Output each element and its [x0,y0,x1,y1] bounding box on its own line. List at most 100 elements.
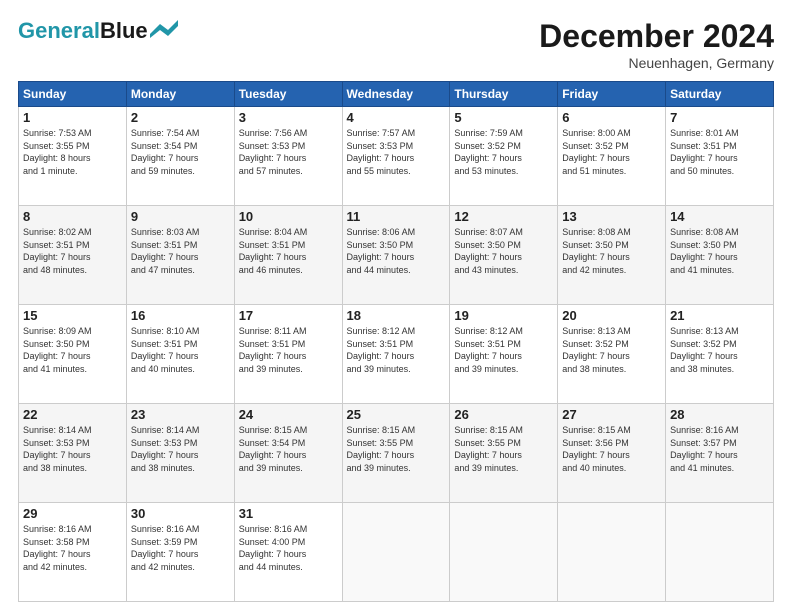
day-number: 20 [562,308,661,323]
day-number: 3 [239,110,338,125]
day-cell: 28 Sunrise: 8:16 AM Sunset: 3:57 PM Dayli… [666,404,774,503]
day-number: 18 [347,308,446,323]
day-info: Sunrise: 7:57 AM Sunset: 3:53 PM Dayligh… [347,127,446,177]
day-info: Sunrise: 8:11 AM Sunset: 3:51 PM Dayligh… [239,325,338,375]
day-cell: 11 Sunrise: 8:06 AM Sunset: 3:50 PM Dayli… [342,206,450,305]
day-cell: 18 Sunrise: 8:12 AM Sunset: 3:51 PM Dayli… [342,305,450,404]
day-cell: 21Sunrise: 8:13 AM Sunset: 3:52 PM Dayli… [666,305,774,404]
day-cell: 14 Sunrise: 8:08 AM Sunset: 3:50 PM Dayli… [666,206,774,305]
day-number: 23 [131,407,230,422]
day-cell: 16 Sunrise: 8:10 AM Sunset: 3:51 PM Dayli… [126,305,234,404]
day-number: 17 [239,308,338,323]
day-number: 2 [131,110,230,125]
day-info: Sunrise: 8:07 AM Sunset: 3:50 PM Dayligh… [454,226,553,276]
day-info: Sunrise: 8:15 AM Sunset: 3:54 PM Dayligh… [239,424,338,474]
day-cell: 13 Sunrise: 8:08 AM Sunset: 3:50 PM Dayli… [558,206,666,305]
day-cell: 24 Sunrise: 8:15 AM Sunset: 3:54 PM Dayli… [234,404,342,503]
day-number: 19 [454,308,553,323]
day-cell [450,503,558,602]
day-number: 15 [23,308,122,323]
day-number: 1 [23,110,122,125]
day-number: 22 [23,407,122,422]
day-info: Sunrise: 7:56 AM Sunset: 3:53 PM Dayligh… [239,127,338,177]
day-info: Sunrise: 8:16 AM Sunset: 3:57 PM Dayligh… [670,424,769,474]
day-number: 7 [670,110,769,125]
day-info: Sunrise: 8:14 AM Sunset: 3:53 PM Dayligh… [23,424,122,474]
day-number: 13 [562,209,661,224]
day-number: 4 [347,110,446,125]
day-cell: 4 Sunrise: 7:57 AM Sunset: 3:53 PM Daylig… [342,107,450,206]
day-info: Sunrise: 8:15 AM Sunset: 3:55 PM Dayligh… [347,424,446,474]
day-cell [666,503,774,602]
week-row-4: 22 Sunrise: 8:14 AM Sunset: 3:53 PM Dayli… [19,404,774,503]
day-info: Sunrise: 8:12 AM Sunset: 3:51 PM Dayligh… [347,325,446,375]
day-cell: 2Sunrise: 7:54 AM Sunset: 3:54 PM Daylig… [126,107,234,206]
day-number: 12 [454,209,553,224]
day-number: 21 [670,308,769,323]
day-info: Sunrise: 8:15 AM Sunset: 3:56 PM Dayligh… [562,424,661,474]
day-info: Sunrise: 7:59 AM Sunset: 3:52 PM Dayligh… [454,127,553,177]
day-number: 28 [670,407,769,422]
day-cell: 30Sunrise: 8:16 AM Sunset: 3:59 PM Dayli… [126,503,234,602]
day-number: 10 [239,209,338,224]
day-info: Sunrise: 8:06 AM Sunset: 3:50 PM Dayligh… [347,226,446,276]
month-title: December 2024 [539,18,774,55]
day-cell: 7 Sunrise: 8:01 AM Sunset: 3:51 PM Daylig… [666,107,774,206]
logo-icon [150,20,178,38]
day-info: Sunrise: 8:16 AM Sunset: 3:58 PM Dayligh… [23,523,122,573]
header-saturday: Saturday [666,82,774,107]
day-info: Sunrise: 8:08 AM Sunset: 3:50 PM Dayligh… [562,226,661,276]
logo: GeneralBlue [18,18,178,44]
calendar-header-row: Sunday Monday Tuesday Wednesday Thursday… [19,82,774,107]
day-number: 8 [23,209,122,224]
logo-text: GeneralBlue [18,18,148,44]
day-info: Sunrise: 8:08 AM Sunset: 3:50 PM Dayligh… [670,226,769,276]
day-info: Sunrise: 8:16 AM Sunset: 4:00 PM Dayligh… [239,523,338,573]
day-number: 14 [670,209,769,224]
day-number: 16 [131,308,230,323]
calendar-table: Sunday Monday Tuesday Wednesday Thursday… [18,81,774,602]
header-thursday: Thursday [450,82,558,107]
header-monday: Monday [126,82,234,107]
header: GeneralBlue December 2024 Neuenhagen, Ge… [18,18,774,71]
day-cell [342,503,450,602]
day-cell: 19Sunrise: 8:12 AM Sunset: 3:51 PM Dayli… [450,305,558,404]
day-cell: 31 Sunrise: 8:16 AM Sunset: 4:00 PM Dayli… [234,503,342,602]
day-info: Sunrise: 8:04 AM Sunset: 3:51 PM Dayligh… [239,226,338,276]
day-number: 11 [347,209,446,224]
page: GeneralBlue December 2024 Neuenhagen, Ge… [0,0,792,612]
day-info: Sunrise: 8:09 AM Sunset: 3:50 PM Dayligh… [23,325,122,375]
day-cell: 1 Sunrise: 7:53 AM Sunset: 3:55 PM Daylig… [19,107,127,206]
day-info: Sunrise: 7:53 AM Sunset: 3:55 PM Dayligh… [23,127,122,177]
day-info: Sunrise: 8:16 AM Sunset: 3:59 PM Dayligh… [131,523,230,573]
day-cell: 23 Sunrise: 8:14 AM Sunset: 3:53 PM Dayli… [126,404,234,503]
day-info: Sunrise: 8:01 AM Sunset: 3:51 PM Dayligh… [670,127,769,177]
week-row-1: 1 Sunrise: 7:53 AM Sunset: 3:55 PM Daylig… [19,107,774,206]
day-cell: 20Sunrise: 8:13 AM Sunset: 3:52 PM Dayli… [558,305,666,404]
header-wednesday: Wednesday [342,82,450,107]
day-number: 27 [562,407,661,422]
day-info: Sunrise: 8:03 AM Sunset: 3:51 PM Dayligh… [131,226,230,276]
day-number: 31 [239,506,338,521]
day-cell: 9Sunrise: 8:03 AM Sunset: 3:51 PM Daylig… [126,206,234,305]
day-cell: 26Sunrise: 8:15 AM Sunset: 3:55 PM Dayli… [450,404,558,503]
day-cell: 17 Sunrise: 8:11 AM Sunset: 3:51 PM Dayli… [234,305,342,404]
day-cell: 15 Sunrise: 8:09 AM Sunset: 3:50 PM Dayli… [19,305,127,404]
day-cell: 3 Sunrise: 7:56 AM Sunset: 3:53 PM Daylig… [234,107,342,206]
day-number: 6 [562,110,661,125]
header-sunday: Sunday [19,82,127,107]
day-cell: 12 Sunrise: 8:07 AM Sunset: 3:50 PM Dayli… [450,206,558,305]
week-row-5: 29Sunrise: 8:16 AM Sunset: 3:58 PM Dayli… [19,503,774,602]
day-cell [558,503,666,602]
day-info: Sunrise: 8:14 AM Sunset: 3:53 PM Dayligh… [131,424,230,474]
title-block: December 2024 Neuenhagen, Germany [539,18,774,71]
logo-blue: Blue [100,18,148,43]
day-cell: 5 Sunrise: 7:59 AM Sunset: 3:52 PM Daylig… [450,107,558,206]
day-number: 24 [239,407,338,422]
day-number: 5 [454,110,553,125]
day-info: Sunrise: 8:15 AM Sunset: 3:55 PM Dayligh… [454,424,553,474]
day-cell: 29Sunrise: 8:16 AM Sunset: 3:58 PM Dayli… [19,503,127,602]
day-info: Sunrise: 8:10 AM Sunset: 3:51 PM Dayligh… [131,325,230,375]
day-cell: 25Sunrise: 8:15 AM Sunset: 3:55 PM Dayli… [342,404,450,503]
week-row-3: 15 Sunrise: 8:09 AM Sunset: 3:50 PM Dayli… [19,305,774,404]
